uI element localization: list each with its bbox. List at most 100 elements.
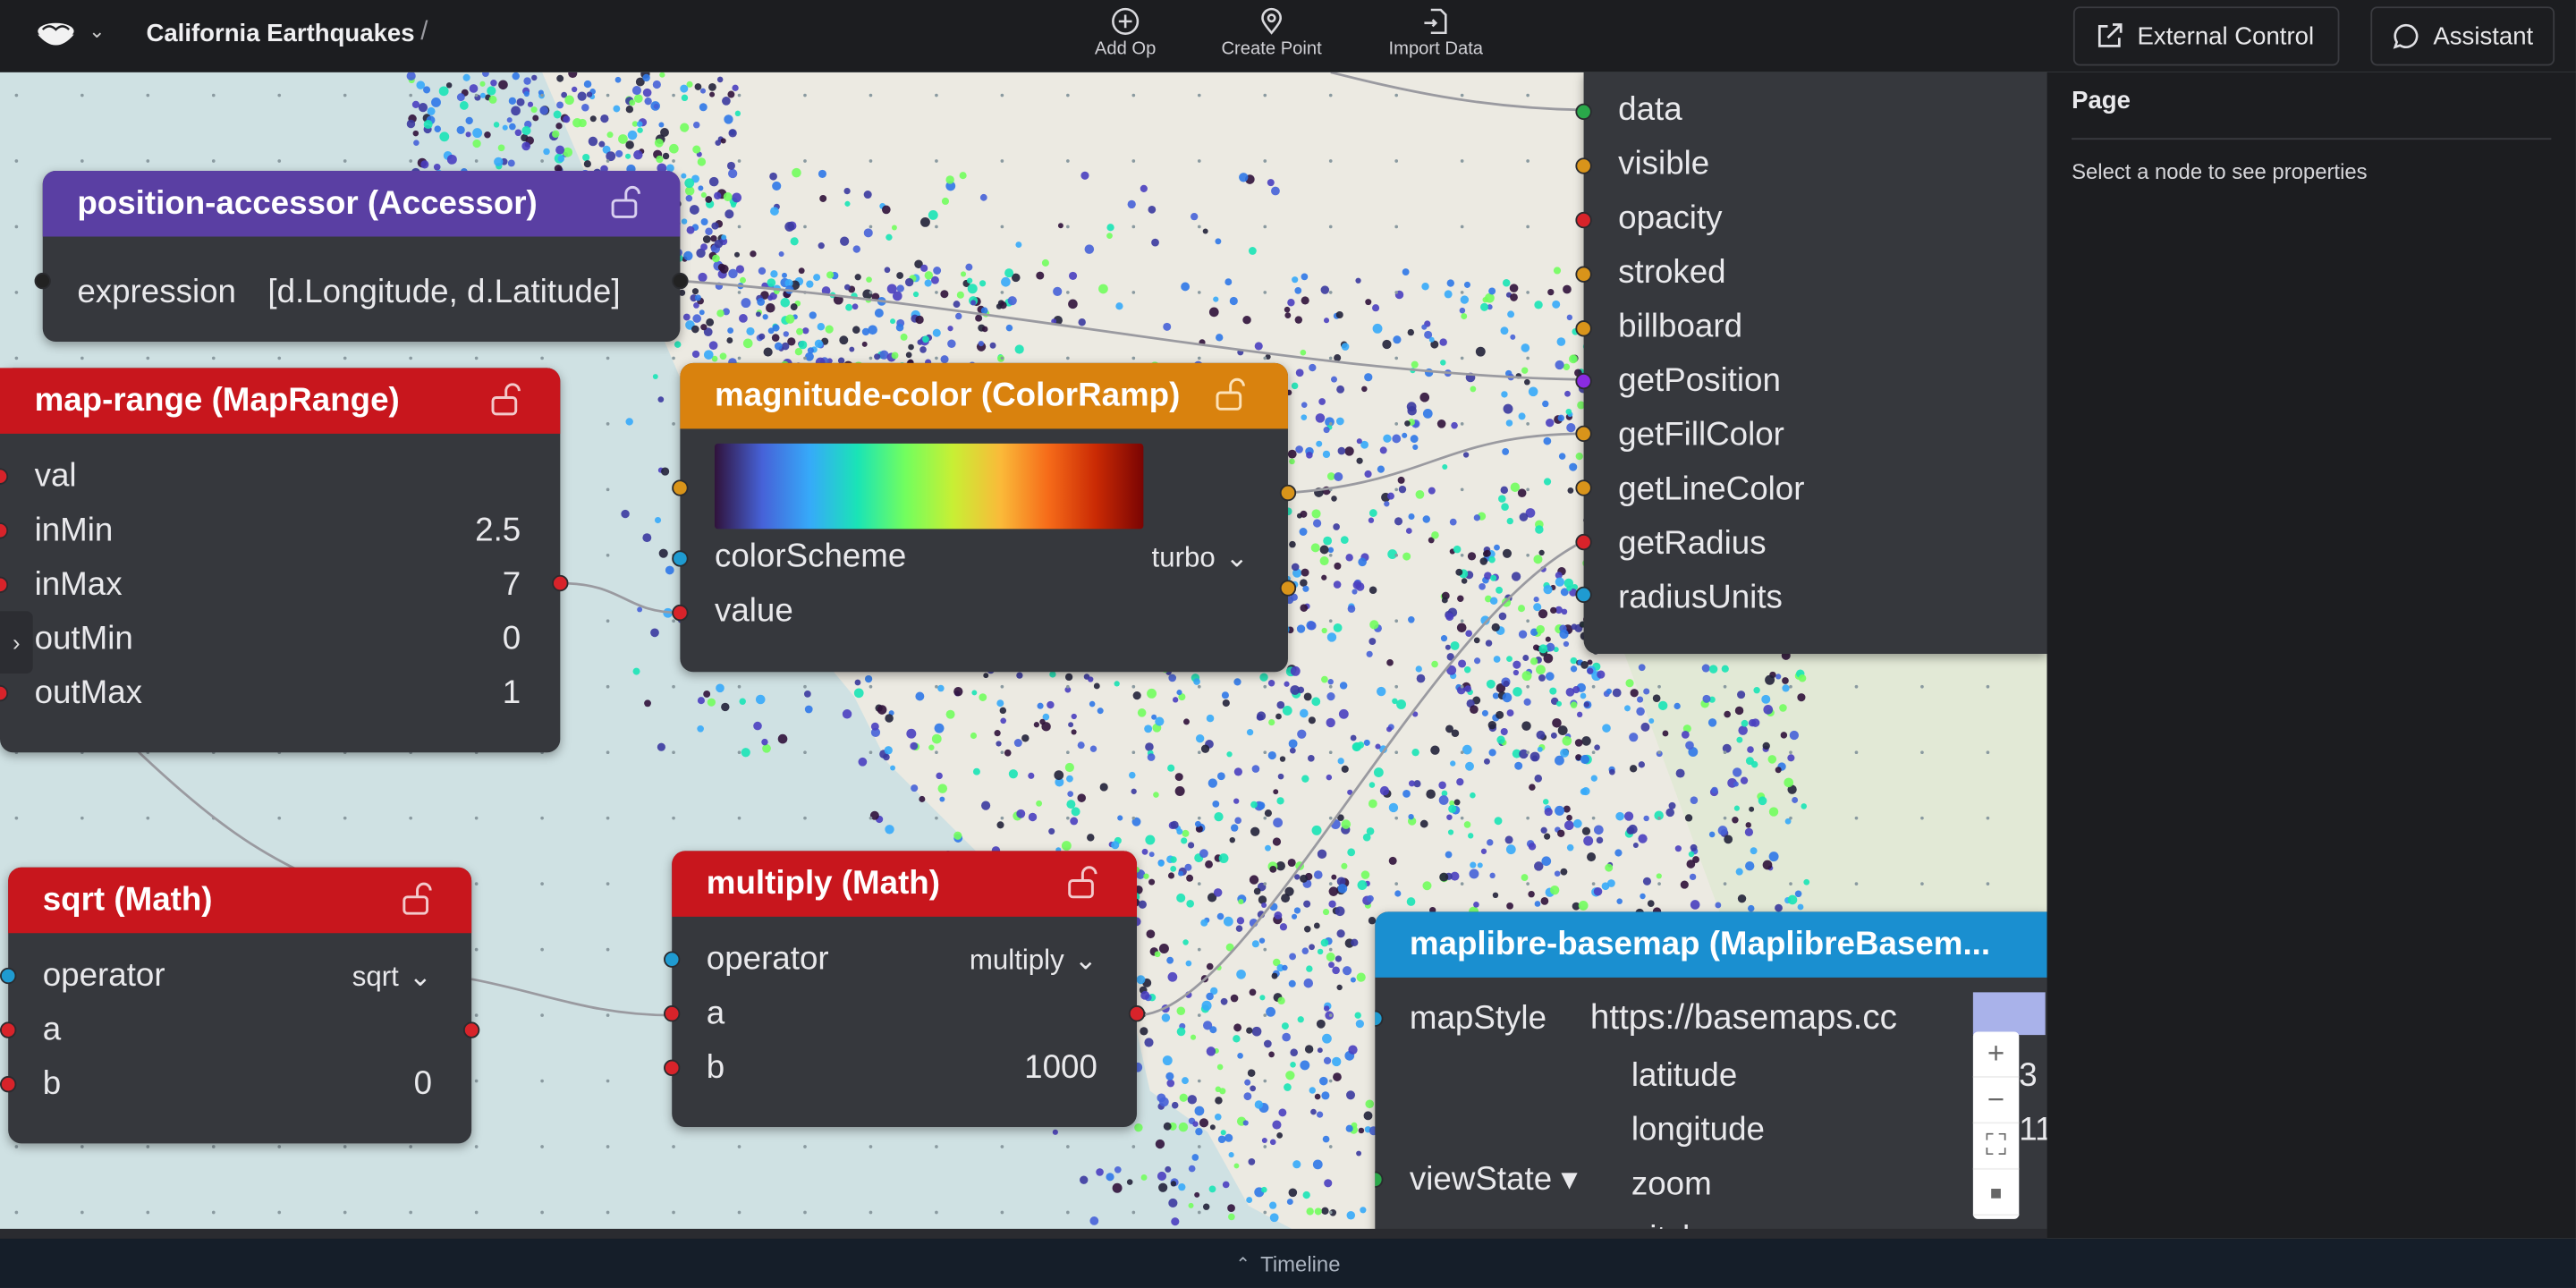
- unlock-icon[interactable]: [1064, 864, 1100, 900]
- param-value[interactable]: 0: [414, 1066, 432, 1104]
- viewstate-latitude[interactable]: latitude: [1631, 1050, 1765, 1105]
- project-title[interactable]: California Earthquakes: [146, 20, 414, 47]
- output-port[interactable]: [1279, 580, 1297, 597]
- operator-select[interactable]: multiply ⌄: [970, 944, 1097, 977]
- viewstate-zoom[interactable]: zoom: [1631, 1158, 1765, 1213]
- param-a[interactable]: a: [8, 1004, 471, 1058]
- input-port[interactable]: [1575, 586, 1592, 604]
- param-getPosition[interactable]: getPosition: [1584, 355, 2047, 410]
- node-position-accessor[interactable]: position-accessor (Accessor) expression …: [34, 171, 689, 343]
- unlock-icon[interactable]: [487, 381, 523, 417]
- add-op-button[interactable]: Add Op: [1091, 6, 1160, 59]
- param-viewState[interactable]: latitude longitude zoom pitch 3 11 viewS…: [1375, 1050, 2047, 1239]
- output-port[interactable]: [462, 1021, 480, 1038]
- viewstate-label[interactable]: viewState ▾: [1410, 1158, 1578, 1199]
- color-scheme-select[interactable]: turbo ⌄: [1152, 541, 1249, 574]
- input-port[interactable]: [1575, 320, 1592, 337]
- timeline-bar[interactable]: ⌃ Timeline: [0, 1238, 2576, 1288]
- input-port[interactable]: [1575, 533, 1592, 551]
- input-port[interactable]: [1575, 103, 1592, 121]
- node-header[interactable]: position-accessor (Accessor): [42, 171, 681, 237]
- operator-select[interactable]: sqrt ⌄: [352, 961, 432, 994]
- input-port[interactable]: [672, 479, 689, 496]
- param-value[interactable]: 0: [503, 621, 521, 658]
- input-port[interactable]: [0, 1076, 17, 1093]
- param-mapStyle[interactable]: mapStyle https://basemaps.cc: [1375, 987, 2046, 1050]
- param-value[interactable]: value: [680, 585, 1288, 640]
- node-header[interactable]: map-range (MapRange): [0, 368, 561, 434]
- input-port[interactable]: [34, 272, 51, 290]
- input-port[interactable]: [1575, 211, 1592, 229]
- input-port[interactable]: [1575, 425, 1592, 443]
- node-map-range[interactable]: map-range (MapRange) val inMin 2.5 inMax 7…: [0, 368, 569, 753]
- input-port[interactable]: [0, 967, 17, 985]
- input-port[interactable]: [0, 1021, 17, 1038]
- fullscreen-icon[interactable]: ⛶: [1972, 1123, 2020, 1170]
- chevron-down-icon[interactable]: ⌄: [89, 20, 105, 43]
- node-header[interactable]: magnitude-color (ColorRamp): [680, 362, 1288, 429]
- param-getRadius[interactable]: getRadius: [1584, 518, 2047, 572]
- node-magnitude-color[interactable]: magnitude-color (ColorRamp) colorScheme …: [672, 362, 1297, 673]
- node-header[interactable]: sqrt (Math): [8, 867, 472, 934]
- unlock-icon[interactable]: [608, 184, 644, 220]
- node-scatterplot-layer[interactable]: data visible opacity stroked billboard g…: [1575, 72, 2047, 655]
- param-inMin[interactable]: inMin 2.5: [0, 504, 560, 559]
- external-control-button[interactable]: External Control: [2072, 6, 2340, 66]
- node-header[interactable]: maplibre-basemap (MaplibreBasem...: [1375, 911, 2047, 978]
- input-port[interactable]: [1575, 372, 1592, 390]
- param-visible[interactable]: visible: [1584, 138, 2047, 192]
- zoom-in-icon[interactable]: +: [1972, 1031, 2020, 1078]
- node-multiply[interactable]: multiply (Math) operator multiply ⌄ a b 10…: [664, 851, 1146, 1127]
- node-header[interactable]: multiply (Math): [672, 851, 1137, 917]
- param-expression[interactable]: expression [d.Longitude, d.Latitude]: [43, 267, 681, 321]
- input-port[interactable]: [1575, 266, 1592, 283]
- param-value[interactable]: 7: [503, 567, 521, 605]
- node-sqrt[interactable]: sqrt (Math) operator sqrt ⌄ a b0: [0, 867, 480, 1144]
- input-port[interactable]: [1575, 479, 1592, 496]
- param-operator[interactable]: operator sqrt ⌄: [8, 950, 471, 1004]
- param-getLineColor[interactable]: getLineColor: [1584, 463, 2047, 518]
- lock-icon[interactable]: ■: [1972, 1170, 2020, 1216]
- input-port[interactable]: [672, 604, 689, 622]
- input-port[interactable]: [664, 1059, 681, 1077]
- param-val[interactable]: val: [0, 450, 560, 504]
- param-value[interactable]: 1000: [1024, 1050, 1097, 1088]
- param-radiusUnits[interactable]: radiusUnits: [1584, 572, 2047, 626]
- input-port[interactable]: [1575, 157, 1592, 174]
- viewstate-longitude[interactable]: longitude: [1631, 1104, 1765, 1158]
- assistant-button[interactable]: Assistant: [2370, 6, 2555, 66]
- output-port[interactable]: [672, 272, 689, 290]
- input-port[interactable]: [672, 550, 689, 567]
- param-outMin[interactable]: outMin 0: [0, 613, 560, 667]
- param-data[interactable]: data: [1584, 84, 2047, 139]
- import-data-button[interactable]: Import Data: [1382, 6, 1490, 59]
- param-getFillColor[interactable]: getFillColor: [1584, 409, 2047, 463]
- map-style-input[interactable]: https://basemaps.cc: [1590, 999, 1897, 1038]
- param-outMax[interactable]: outMax 1: [0, 667, 560, 722]
- expression-value[interactable]: [d.Longitude, d.Latitude]: [267, 275, 620, 312]
- param-inMax[interactable]: inMax 7: [0, 558, 560, 613]
- left-panel-toggle[interactable]: ›: [0, 611, 33, 674]
- input-port[interactable]: [664, 1005, 681, 1022]
- param-value[interactable]: 1: [503, 675, 521, 713]
- output-port[interactable]: [1128, 1005, 1146, 1022]
- output-port[interactable]: [552, 574, 569, 592]
- param-a[interactable]: a: [672, 987, 1137, 1042]
- param-billboard[interactable]: billboard: [1584, 301, 2047, 355]
- input-port[interactable]: [664, 951, 681, 968]
- param-operator[interactable]: operator multiply ⌄: [672, 933, 1137, 987]
- unlock-icon[interactable]: [399, 880, 435, 916]
- param-value[interactable]: 2.5: [475, 513, 521, 550]
- zoom-out-icon[interactable]: −: [1972, 1078, 2020, 1124]
- create-point-button[interactable]: Create Point: [1216, 6, 1327, 59]
- noodles-logo-icon[interactable]: [33, 16, 79, 55]
- output-port[interactable]: [1279, 484, 1297, 502]
- preview-thumbnail[interactable]: [1972, 992, 2046, 1036]
- param-b[interactable]: b0: [8, 1058, 471, 1113]
- unlock-icon[interactable]: [1212, 377, 1248, 412]
- param-stroked[interactable]: stroked: [1584, 247, 2047, 301]
- param-colorScheme[interactable]: colorScheme turbo ⌄: [680, 530, 1288, 585]
- param-b[interactable]: b 1000: [672, 1041, 1137, 1096]
- node-maplibre-basemap[interactable]: maplibre-basemap (MaplibreBasem... mapSt…: [1375, 911, 2047, 1239]
- param-opacity[interactable]: opacity: [1584, 192, 2047, 247]
